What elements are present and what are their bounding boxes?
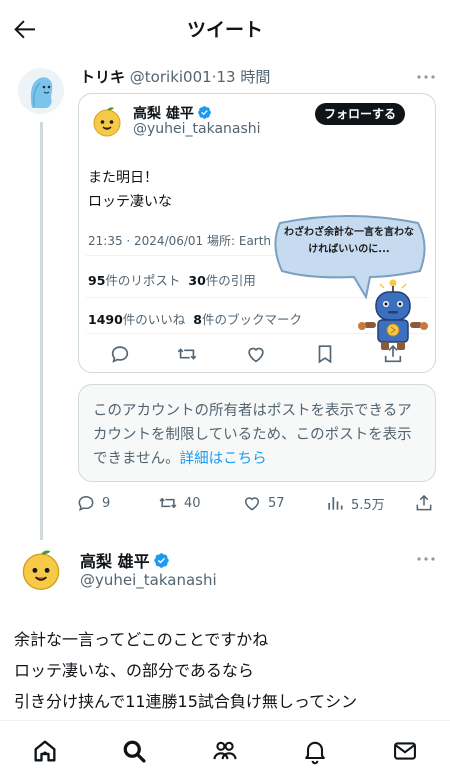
notifications-icon [305,741,325,765]
top-bar: ツイート [0,0,450,56]
quote-like-bookmark-stats: 1490件のいいね 8件のブックマーク [88,309,302,328]
more-dots-icon [417,75,435,79]
tweet1-more-button[interactable] [416,72,436,80]
robot-mascot [356,278,430,352]
retweet-icon [159,497,177,509]
like-label: 件のいいね [122,312,186,327]
nav-home[interactable] [31,737,59,765]
quote-reply-button[interactable] [109,343,131,365]
nav-search[interactable] [120,737,148,765]
share-icon [416,494,432,511]
quote-author-name-text: 高梨 雄平 [133,106,194,122]
tweet1-time[interactable]: 13 時間 [216,68,270,86]
more-dots-icon [417,557,435,561]
avatar-yuhei[interactable] [18,546,64,592]
tweet1-retweet-button[interactable]: 40 [158,492,201,514]
tweet2-author-name[interactable]: 高梨 雄平 [80,548,170,572]
bookmark-count[interactable]: 8 [193,312,202,327]
learn-more-link[interactable]: 詳細はこちら [180,451,267,467]
restricted-post-notice: このアカウントの所有者はポストを表示できるアカウントを制限しているため、このポス… [78,384,436,482]
like-count[interactable]: 1490 [88,312,123,327]
tweet2-more-button[interactable] [416,554,436,562]
yuzu-mascot-avatar-icon [93,107,121,137]
verified-icon [153,553,169,568]
repost-count[interactable]: 95 [88,273,105,288]
repost-label: 件のリポスト [105,273,181,288]
reply-icon [111,346,129,363]
quote-label: 件の引用 [205,273,256,288]
view-count: 5.5万 [351,497,385,513]
quote-count[interactable]: 30 [188,273,205,288]
nav-communities[interactable] [211,737,239,765]
bookmark-label: 件のブックマーク [201,312,302,327]
messages-icon [394,742,416,760]
tweet1-like-button[interactable]: 57 [242,492,285,514]
like-icon [248,347,264,363]
quote-meta: 21:35 · 2024/06/01 場所: Earth · [88,234,279,248]
nav-messages[interactable] [391,737,419,765]
speech-bubble-text: わざわざ余計な一言を言わなければいいのに... [284,227,414,255]
retweet-count: 40 [184,495,201,511]
reply-icon [78,495,94,512]
tweet2-author-handle[interactable]: @yuhei_takanashi [80,571,217,589]
tweet1-views-button[interactable]: 5.5万 [325,492,385,514]
like-count: 57 [268,495,285,511]
search-icon [123,740,146,763]
page-title: ツイート [186,19,263,41]
nav-notifications[interactable] [301,737,329,765]
tweet1-action-bar: 9 40 57 5.5万 [76,492,440,514]
like-icon [244,497,260,511]
yuzu-mascot-avatar-icon [22,550,60,590]
tweet1-author-name[interactable]: トリキ [80,68,125,86]
tweet1-header: トリキ @toriki001·13 時間 [80,66,270,87]
retweet-icon [177,348,197,360]
views-icon [328,497,343,510]
tweet1-share-button[interactable] [414,492,434,514]
reply-count: 9 [102,495,111,511]
quote-repost-quote-stats: 95件のリポスト 30件の引用 [88,270,256,289]
communities-icon [213,741,237,760]
bookmark-icon [318,345,332,364]
blue-mascot-avatar-icon [30,77,53,108]
quote-author-handle[interactable]: @yuhei_takanashi [133,121,261,137]
thread-connector-line [40,122,43,540]
avatar-toriki[interactable] [18,68,64,114]
tweet1-reply-button[interactable]: 9 [76,492,110,514]
robot-mascot-icon [358,279,428,350]
follow-button[interactable]: フォローする [315,103,405,125]
tweet2-body: 余計な一言ってどこのことですかね ロッテ凄いな、の部分であるなら 引き分け挟んで… [14,630,358,711]
verified-icon [197,106,211,119]
avatar-yuhei-small[interactable] [90,104,124,138]
tweet1-author-handle[interactable]: @toriki001 [130,68,212,86]
tweet2-author-name-text: 高梨 雄平 [80,552,150,571]
quote-text: また明日！ ロッテ凄いな [88,170,172,210]
home-icon [34,740,56,762]
quote-retweet-button[interactable] [176,343,198,365]
bottom-navigation [0,720,450,778]
quote-author-name[interactable]: 高梨 雄平 [133,103,212,123]
quote-like-button[interactable] [245,343,267,365]
quote-bookmark-button[interactable] [314,343,336,365]
